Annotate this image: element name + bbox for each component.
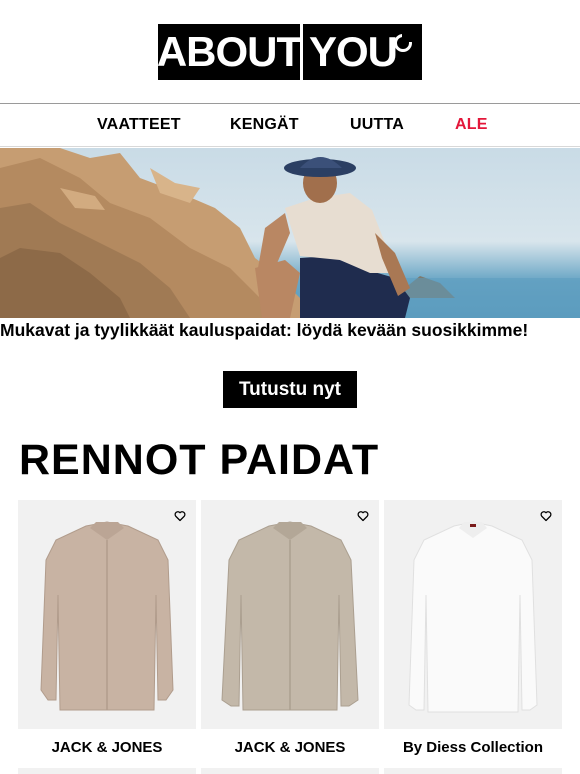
product-brand[interactable]: By Diess Collection bbox=[384, 739, 562, 756]
product-card[interactable] bbox=[201, 500, 379, 729]
heart-outline-icon[interactable] bbox=[174, 510, 186, 522]
hero-illustration bbox=[0, 148, 580, 318]
logo-about-text: ABOUT bbox=[157, 24, 302, 80]
logo-you-block: YOU bbox=[303, 24, 422, 80]
nav-item-ale[interactable]: ALE bbox=[455, 116, 488, 134]
section-title: RENNOT PAIDAT bbox=[19, 436, 380, 484]
product-card[interactable] bbox=[18, 500, 196, 729]
next-product-card-edge bbox=[201, 768, 379, 774]
shirt-image bbox=[408, 521, 538, 713]
next-product-card-edge bbox=[384, 768, 562, 774]
hero-banner-image[interactable] bbox=[0, 148, 580, 318]
about-you-logo[interactable]: ABOUT YOU bbox=[157, 24, 422, 80]
product-card[interactable] bbox=[384, 500, 562, 729]
product-brand[interactable]: JACK & JONES bbox=[201, 739, 379, 756]
hero-headline: Mukavat ja tyylikkäät kauluspaidat: löyd… bbox=[0, 320, 529, 340]
logo-you-text: YOU bbox=[309, 28, 398, 75]
nav-item-vaatteet[interactable]: VAATTEET bbox=[97, 116, 181, 134]
heart-outline-icon[interactable] bbox=[357, 510, 369, 522]
nav-item-kengat[interactable]: KENGÄT bbox=[230, 116, 299, 134]
shirt-image bbox=[221, 521, 359, 711]
category-nav: VAATTEET KENGÄT UUTTA ALE bbox=[0, 103, 580, 147]
heart-outline-icon[interactable] bbox=[540, 510, 552, 522]
product-brand[interactable]: JACK & JONES bbox=[18, 739, 196, 756]
nav-item-uutta[interactable]: UUTTA bbox=[350, 116, 404, 134]
explore-now-button[interactable]: Tutustu nyt bbox=[223, 371, 357, 408]
next-product-card-edge bbox=[18, 768, 196, 774]
shirt-image bbox=[40, 521, 174, 711]
logo-circle-icon bbox=[394, 34, 412, 52]
